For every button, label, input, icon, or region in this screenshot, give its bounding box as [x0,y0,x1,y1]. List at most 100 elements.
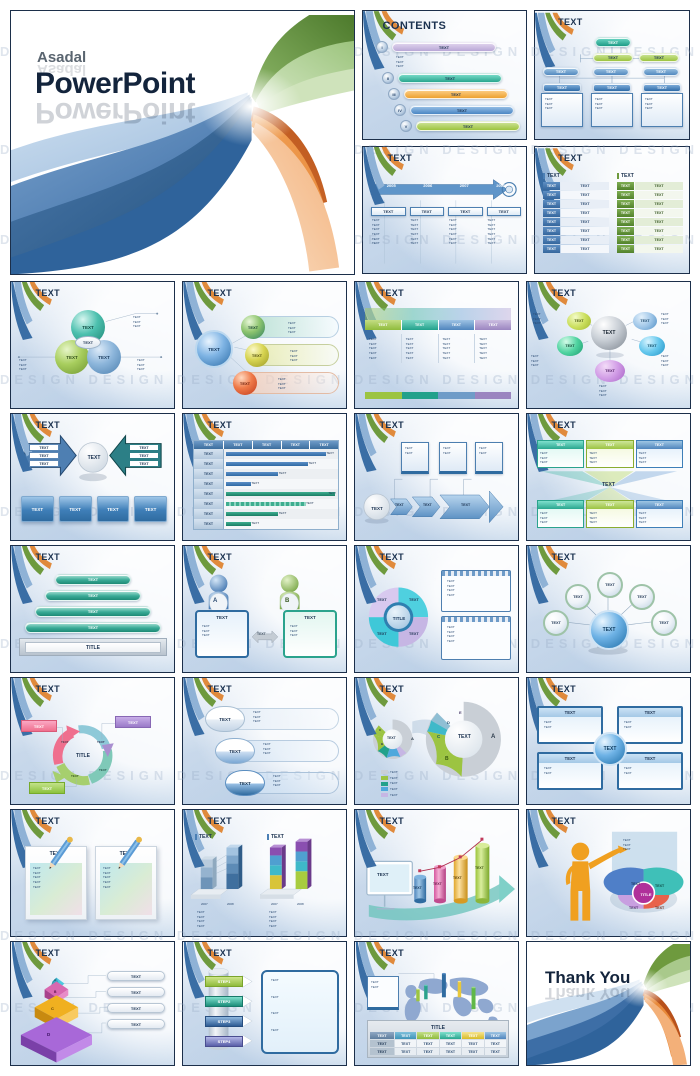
hub-sphere[interactable]: TEXT [195,330,233,368]
contents-pill[interactable]: TEXT [398,73,502,83]
slide-timeline[interactable]: TEXT 2005 2006 2007 2008 TEXT TEXT TEXT … [362,146,527,274]
funnel-panel[interactable]: TEXT TEXT TEXT TEXT [537,440,585,468]
org-node[interactable]: TEXT [595,37,631,47]
funnel-panel[interactable]: TEXT TEXT TEXT TEXT [635,500,683,528]
steps-panel[interactable]: TEXT TEXT TEXT TEXT [261,970,339,1054]
slide-stacked-pills[interactable]: TEXT TEXT TEXT TEXT TEXT TITLE [10,545,175,673]
funnel-panel[interactable]: TEXT TEXT TEXT TEXT [586,500,634,528]
stacked-pill[interactable]: TEXT [25,622,161,633]
slide-closing[interactable]: Thank You Thank You [526,941,691,1066]
pyramid-callout[interactable]: TEXT [107,1019,165,1029]
slide-arrow-steps[interactable]: TEXT TEXT TEXT TEXT TEXT TEXT TEXT TEXT … [354,413,519,541]
slide-world-map[interactable]: TEXT TEXT TEXT TITLE TEXT TEXT TEXT TEXT… [354,941,519,1066]
gantt-table[interactable]: TEXT TEXT TEXT TEXT TEXT TEXT TEXT TEXT TE… [193,440,339,530]
compare-card-b[interactable]: TEXT TEXT TEXT TEXT [283,610,337,658]
slide-pencil-notes[interactable]: TEXT TEXT TEXT TEXT TEXT TEXT TEXT TEXT TEXT… [10,809,175,937]
gantt-row[interactable]: TEXT TEXT [194,469,338,479]
slide-steps-cylinder[interactable]: TEXT STEP1 STEP2 STEP3 STEP4 TEXT TEXT T… [182,941,347,1066]
orbit-node[interactable]: TEXT [597,572,623,598]
base-title[interactable]: TITLE [25,642,161,653]
contents-pill[interactable]: TEXT [410,105,514,115]
table-column[interactable]: TEXT TEXT TEXT TEXT TEXT [402,334,439,364]
stacked-pill[interactable]: TEXT [55,574,131,585]
map-table[interactable]: TITLE TEXT TEXT TEXT TEXT TEXT TEXT TEXT… [367,1020,509,1058]
funnel-panel[interactable]: TEXT TEXT TEXT TEXT [537,500,585,528]
map-note[interactable]: TEXT TEXT [367,976,399,1010]
slide-sphere-bars[interactable]: TEXT TEXT TEXT TEXT TEXT TEXT TEXT TEXT … [182,281,347,409]
satellite-node[interactable]: TEXT [595,360,625,382]
note-card[interactable]: TEXT TEXT TEXT TEXT [441,616,511,660]
contents-pill[interactable]: TEXT [392,42,496,52]
gantt-row[interactable]: TEXT TEXT [194,479,338,489]
stacked-pill[interactable]: TEXT [45,590,141,601]
satellite-node[interactable]: TEXT [557,336,583,356]
timeline-column[interactable]: TEXT TEXT TEXT TEXT TEXT TEXT TEXT [448,207,483,248]
orbit-node[interactable]: TEXT [651,610,677,636]
slide-cycle[interactable]: TEXT TITLE TEXT TEXT TEXT TEXT TEXT TEXT… [10,677,175,805]
slide-two-column-table[interactable]: TEXT TEXT TEXT TEXT TEXT TEXT TEXT TEXT TEX… [534,146,690,274]
orbit-node[interactable]: TEXT [629,584,655,610]
dome-label[interactable]: TEXT [225,770,265,796]
satellite-node[interactable]: TEXT [639,336,665,356]
satellite-node[interactable]: TEXT [567,312,591,330]
gantt-row[interactable]: TEXT TEXT [194,459,338,469]
step-band[interactable]: STEP3 [205,1016,243,1027]
slide-three-spheres[interactable]: TEXT TEXT TEXT TEXT TEXT TEXT TEXT TEXT … [10,281,175,409]
slide-donut-notes[interactable]: TEXT TEXT TEXT TEXT TEXT TITLE TEXT TEXT T… [354,545,519,673]
quadrant-card[interactable]: TEXT TEXT TEXT [617,706,683,744]
org-node[interactable]: TEXT [643,83,681,92]
org-node[interactable]: TEXT [543,67,579,76]
step-band[interactable]: STEP2 [205,996,243,1007]
table-row[interactable]: TEXT TEXT TEXT TEXT TEXT TEXT [370,1048,507,1055]
table-group-green[interactable]: TEXT TEXT TEXT TEXT TEXT TEXT TEXT TEXT TEXT… [617,173,683,253]
funnel-panel[interactable]: TEXT TEXT TEXT TEXT [586,440,634,468]
orbit-node[interactable]: TEXT [543,610,569,636]
stacked-pill[interactable]: TEXT [35,606,151,617]
block[interactable]: TEXT [134,496,167,522]
step-card[interactable]: TEXT TEXT [439,442,467,474]
gantt-row[interactable]: TEXT TEXT [194,449,338,459]
compare-card-a[interactable]: TEXT TEXT TEXT TEXT [195,610,249,658]
orbit-node[interactable]: TEXT [565,584,591,610]
cycle-callout[interactable]: TEXT [29,782,65,794]
quadrant-card[interactable]: TEXT TEXT TEXT [617,752,683,790]
center-hub[interactable]: TEXT [593,732,627,766]
funnel-panel[interactable]: TEXT TEXT TEXT TEXT [635,440,683,468]
dome-label[interactable]: TEXT [215,738,255,764]
step-band[interactable]: STEP4 [205,1036,243,1047]
step-card[interactable]: TEXT TEXT [475,442,503,474]
slide-funnel-panels[interactable]: TEXT TEXT TEXT TEXT TEXT TEXT TEXT TEXT TEXT… [526,413,691,541]
slide-org-chart[interactable]: TEXT TEXT TEXT TEXT TEXT TEXT TEXT TEXT … [534,10,690,140]
table-column[interactable]: TEXT TEXT TEXT TEXT TEXT [439,334,476,364]
slide-cylinder-trend[interactable]: TEXT TEXT TEXT TEXT TEXT TEXT [354,809,519,937]
slide-contents[interactable]: CONTENTS I TEXT TEXT TEXT TEXT II TEXT I… [362,10,527,140]
cycle-callout[interactable]: TEXT [115,716,151,728]
org-node[interactable]: TEXT [593,67,629,76]
pyramid-callout[interactable]: TEXT [107,987,165,997]
org-node[interactable]: TEXT [593,53,633,62]
row-sphere[interactable]: TEXT [233,371,257,395]
pyramid-callout[interactable]: TEXT [107,1003,165,1013]
cycle-callout[interactable]: TEXT [21,720,57,732]
org-node[interactable]: TEXT [639,53,679,62]
slide-gantt-chart[interactable]: TEXT TEXT TEXT TEXT TEXT TEXT TEXT TEXT T… [182,413,347,541]
step-card[interactable]: TEXT TEXT [401,442,429,474]
contents-pill[interactable]: TEXT [416,121,520,131]
quadrant-card[interactable]: TEXT TEXT TEXT [537,752,603,790]
org-panel[interactable]: TEXT TEXT TEXT [541,93,583,127]
table-column[interactable]: TEXT TEXT TEXT TEXT TEXT [365,334,402,364]
orbit-hub[interactable]: TEXT [589,610,629,650]
hub-sphere[interactable]: TEXT [591,316,627,350]
block[interactable]: TEXT [96,496,130,522]
slide-converging-arrows[interactable]: TEXT TEXT TEXT TEXT TEXT TEXT TEXT TEXT … [10,413,175,541]
satellite-node[interactable]: TEXT [633,312,657,330]
gantt-row[interactable]: TEXT TEXT [194,489,338,499]
table-column[interactable]: TEXT TEXT TEXT TEXT TEXT [475,334,511,363]
gantt-row[interactable]: TEXT TEXT [194,519,338,529]
org-node[interactable]: TEXT [643,67,679,76]
slide-orbit[interactable]: TEXT TEXT TEXT TEXT TEXT TEXT TEXT [526,545,691,673]
timeline-column[interactable]: TEXT TEXT TEXT TEXT TEXT TEXT TEXT [409,207,444,248]
org-panel[interactable]: TEXT TEXT TEXT [591,93,633,127]
slide-title-cover[interactable]: Asadal Asadal PowerPoint PowerPoint [10,10,355,275]
row-sphere[interactable]: TEXT [245,343,269,367]
